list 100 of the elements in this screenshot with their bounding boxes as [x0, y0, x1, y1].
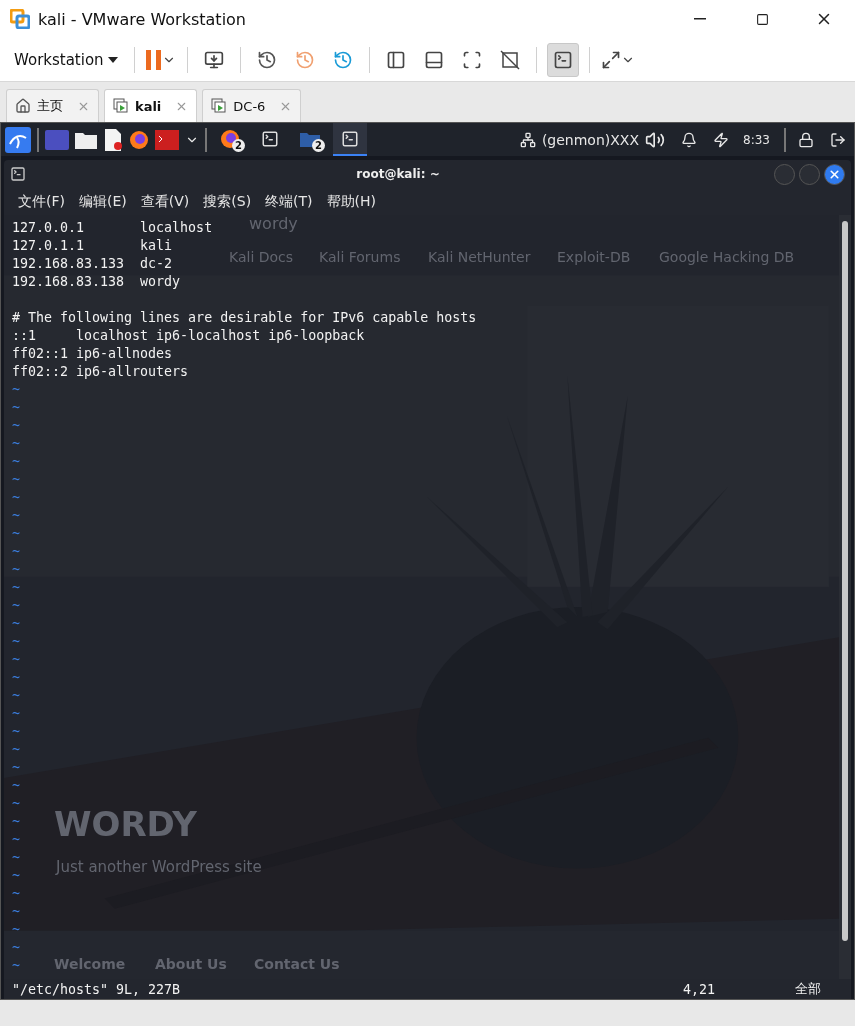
clock: 8:33 [743, 132, 770, 147]
empty-line-marker: ~ [12, 669, 20, 687]
empty-line-marker: ~ [12, 939, 20, 957]
empty-line-marker: ~ [12, 867, 20, 885]
menu-item[interactable]: 搜索(S) [203, 192, 252, 211]
close-icon [828, 167, 841, 181]
background-bookmark: Kali Docs [229, 248, 294, 266]
close-button[interactable] [824, 163, 845, 185]
lock-icon[interactable] [798, 131, 814, 148]
background-bookmark: Kali NetHunter [428, 248, 531, 266]
empty-line-marker: ~ [12, 615, 20, 633]
vm-icon [211, 98, 228, 114]
network-icon[interactable] [519, 131, 536, 148]
cursor-position: 4,21 [683, 981, 717, 997]
menu-item[interactable]: 文件(F) [18, 192, 65, 211]
menu-item[interactable]: 编辑(E) [79, 192, 127, 211]
minimize-icon [694, 18, 706, 20]
vmware-logo-icon [10, 9, 30, 29]
file-line: 192.168.83.133 dc-2 [12, 255, 173, 273]
terminal-icon[interactable] [341, 129, 359, 148]
scroll-position: 全部 [795, 980, 821, 998]
clock-icon [294, 49, 315, 70]
empty-line-marker: ~ [12, 633, 20, 651]
clock-icon [332, 49, 353, 70]
empty-line-marker: ~ [12, 957, 20, 975]
kali-menu-icon[interactable] [5, 126, 31, 153]
workspace-icon[interactable] [45, 129, 69, 150]
window-title: kali - VMware Workstation [38, 9, 247, 29]
file-line: ff02::1 ip6-allnodes [12, 345, 173, 363]
background-bookmark: Kali Forums [319, 248, 401, 266]
volume-icon[interactable] [645, 129, 666, 150]
scrollbar-thumb[interactable] [842, 221, 848, 941]
expand-icon [600, 49, 621, 70]
empty-line-marker: ~ [12, 417, 20, 435]
tab[interactable]: 主页 [6, 89, 99, 122]
terminal-title: root@kali: ~ [355, 167, 441, 181]
background-bookmark: Google Hacking DB [659, 248, 795, 266]
empty-line-marker: ~ [12, 399, 20, 417]
file-line: 127.0.1.1 kali [12, 237, 173, 255]
tab[interactable]: kali [104, 89, 198, 122]
power-icon[interactable] [713, 131, 730, 148]
pause-icon [145, 49, 162, 70]
caret-icon [107, 56, 118, 63]
empty-line-marker: ~ [12, 903, 20, 921]
tab[interactable]: DC-6 [202, 89, 302, 122]
console-button[interactable] [546, 42, 579, 77]
empty-line-marker: ~ [12, 435, 20, 453]
empty-line-marker: ~ [12, 597, 20, 615]
empty-line-marker: ~ [12, 759, 20, 777]
file-line: 127.0.0.1 localhost [12, 219, 213, 237]
monitor-icon [203, 49, 224, 70]
empty-line-marker: ~ [12, 813, 20, 831]
browser-icon[interactable] [220, 128, 240, 149]
empty-line-marker: ~ [12, 489, 20, 507]
empty-line-marker: ~ [12, 741, 20, 759]
file-line: # The following lines are desirable for IPv6 capable hosts [12, 309, 477, 327]
background-bookmark: Exploit-DB [557, 248, 631, 266]
maximize-icon [755, 12, 769, 26]
empty-line-marker: ~ [12, 687, 20, 705]
empty-line-marker: ~ [12, 795, 20, 813]
empty-line-marker: ~ [12, 849, 20, 867]
panel-left-icon [385, 49, 406, 70]
panel-bottom-icon [423, 49, 444, 70]
file-line: 192.168.83.138 wordy [12, 273, 181, 291]
empty-line-marker: ~ [12, 561, 20, 579]
text-editor-icon[interactable] [103, 128, 123, 151]
menu-item[interactable]: 帮助(H) [326, 192, 377, 211]
empty-line-marker: ~ [12, 507, 20, 525]
clock-icon [256, 49, 277, 70]
file-line: ::1 localhost ip6-localhost ip6-loopback [12, 327, 365, 345]
taskbar-button[interactable]: 2 [293, 123, 327, 156]
terminal-icon[interactable] [261, 129, 279, 148]
background-address-text: wordy [249, 215, 298, 233]
empty-line-marker: ~ [12, 777, 20, 795]
vm-icon [113, 98, 129, 114]
terminal-icon [552, 49, 573, 70]
full-screen-icon [461, 49, 482, 70]
empty-line-marker: ~ [12, 579, 20, 597]
empty-line-marker: ~ [12, 381, 20, 399]
browser-icon[interactable] [129, 129, 149, 150]
terminal-icon [10, 166, 26, 182]
taskbar-button[interactable]: 2 [213, 123, 247, 156]
genmon-label: (genmon)XXX [541, 131, 640, 148]
workstation-menu[interactable]: Workstation [8, 46, 124, 73]
folder-icon[interactable] [300, 130, 320, 147]
empty-line-marker: ~ [12, 831, 20, 849]
menu-item[interactable]: 查看(V) [140, 192, 190, 211]
empty-line-marker: ~ [12, 705, 20, 723]
empty-line-marker: ~ [12, 651, 20, 669]
menu-item[interactable]: 终端(T) [265, 192, 313, 211]
logout-icon[interactable] [830, 131, 846, 148]
notification-icon[interactable] [681, 131, 698, 148]
empty-line-marker: ~ [12, 723, 20, 741]
home-icon [15, 98, 31, 114]
empty-line-marker: ~ [12, 543, 20, 561]
empty-line-marker: ~ [12, 885, 20, 903]
empty-line-marker: ~ [12, 525, 20, 543]
taskbar-button[interactable] [333, 123, 367, 156]
file-manager-icon[interactable] [75, 130, 97, 149]
file-status: "/etc/hosts" 9L, 227B [12, 981, 182, 997]
